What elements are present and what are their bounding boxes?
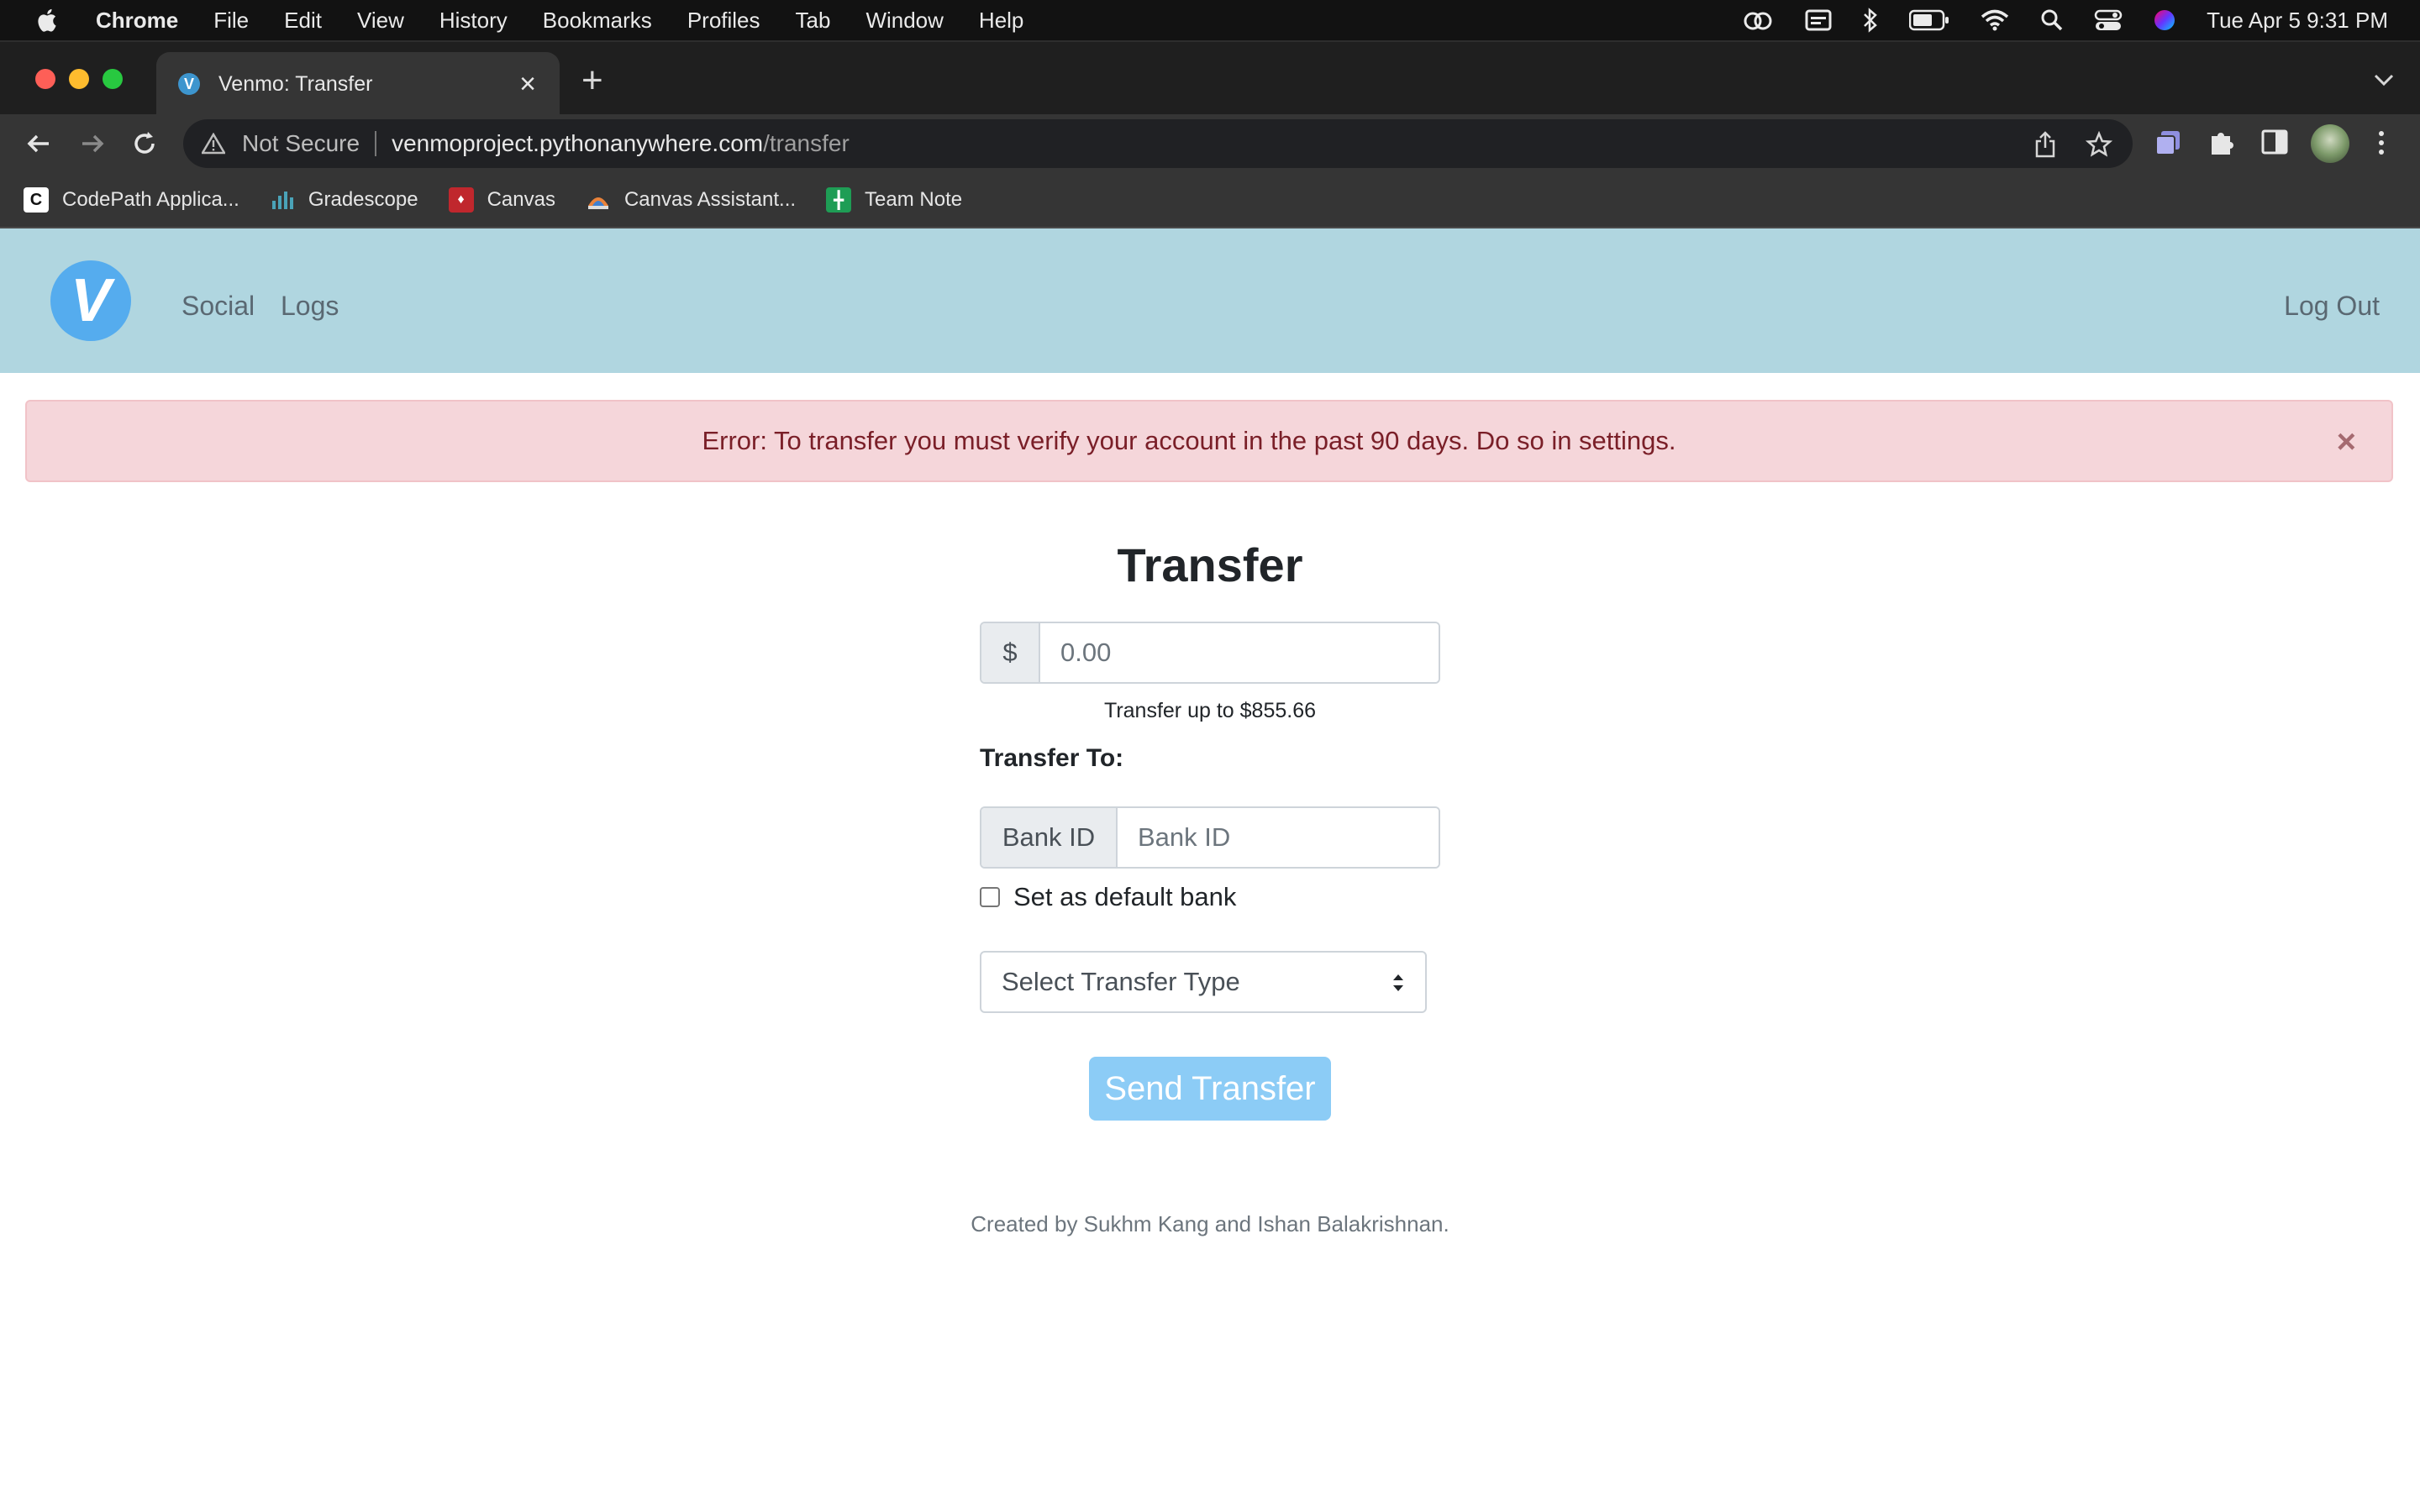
bank-id-input[interactable]: Bank ID	[1118, 808, 1439, 867]
window-close-button[interactable]	[35, 69, 55, 89]
canvas-assistant-icon	[587, 197, 608, 209]
nav-link-social[interactable]: Social	[182, 291, 255, 322]
forward-arrow-icon[interactable]	[77, 129, 108, 159]
new-tab-button[interactable]: +	[581, 62, 603, 99]
nav-link-logout[interactable]: Log Out	[2284, 291, 2380, 322]
extension-stack-icon[interactable]	[2153, 128, 2183, 158]
menu-bookmarks[interactable]: Bookmarks	[543, 8, 652, 34]
calendar-icon[interactable]	[1805, 8, 1832, 32]
nav-link-logs[interactable]: Logs	[281, 291, 339, 322]
url-path: /transfer	[763, 130, 850, 156]
bookmark-codepath[interactable]: C CodePath Applica...	[24, 187, 239, 213]
side-panel-icon[interactable]	[2260, 128, 2289, 156]
canvas-shield-icon: ♦	[448, 187, 474, 213]
currency-addon: $	[981, 623, 1040, 682]
browser-tab-strip: V Venmo: Transfer × +	[0, 40, 2420, 116]
reload-icon[interactable]	[129, 129, 160, 159]
default-bank-label[interactable]: Set as default bank	[1013, 882, 1236, 912]
bookmark-label: CodePath Applica...	[62, 188, 239, 211]
menu-edit[interactable]: Edit	[284, 8, 322, 34]
footer-credits: Created by Sukhm Kang and Ishan Balakris…	[971, 1211, 1449, 1236]
wifi-icon[interactable]	[1980, 8, 2010, 32]
error-alert: Error: To transfer you must verify your …	[25, 400, 2393, 482]
menu-help[interactable]: Help	[979, 8, 1023, 34]
tab-venmo-transfer[interactable]: V Venmo: Transfer ×	[156, 52, 560, 116]
venmo-logo[interactable]: V	[50, 260, 131, 341]
spotlight-icon[interactable]	[2040, 8, 2064, 32]
bank-id-addon: Bank ID	[981, 808, 1118, 867]
amount-input-group: $ 0.00	[980, 622, 1440, 684]
transfer-to-label: Transfer To:	[980, 744, 1124, 772]
apple-menu-icon[interactable]	[34, 6, 62, 34]
battery-icon[interactable]	[1909, 9, 1949, 31]
extensions-puzzle-icon[interactable]	[2207, 128, 2237, 158]
menu-app-name[interactable]: Chrome	[96, 8, 178, 34]
send-transfer-button[interactable]: Send Transfer	[1089, 1057, 1331, 1121]
macos-menu-bar: Chrome File Edit View History Bookmarks …	[0, 0, 2420, 40]
bluetooth-icon[interactable]	[1862, 8, 1879, 33]
bank-id-input-group: Bank ID Bank ID	[980, 806, 1440, 869]
not-secure-label[interactable]: Not Secure	[242, 130, 360, 157]
profile-avatar[interactable]	[2311, 124, 2349, 163]
bookmark-canvas-assistant[interactable]: Canvas Assistant...	[586, 187, 796, 213]
amount-input[interactable]: 0.00	[1040, 623, 1439, 682]
alert-close-icon[interactable]: ×	[2337, 425, 2356, 459]
siri-icon[interactable]	[2153, 8, 2176, 32]
menubar-clock[interactable]: Tue Apr 5 9:31 PM	[2207, 8, 2388, 34]
gradescope-bars-icon	[271, 192, 293, 209]
codepath-icon: C	[24, 187, 49, 213]
bookmark-gradescope[interactable]: Gradescope	[270, 187, 418, 213]
menu-tab[interactable]: Tab	[796, 8, 831, 34]
select-updown-arrows-icon	[1393, 974, 1403, 991]
bookmark-canvas[interactable]: ♦ Canvas	[448, 187, 555, 213]
chrome-menu-kebab-icon[interactable]	[2373, 128, 2390, 158]
bookmark-label: Canvas Assistant...	[623, 188, 797, 211]
bookmark-team-note[interactable]: ╋ Team Note	[826, 187, 962, 213]
bookmarks-bar: C CodePath Applica... Gradescope ♦ Canva…	[0, 173, 2420, 228]
share-icon[interactable]	[2033, 131, 2057, 158]
bookmark-label: Team Note	[865, 188, 963, 211]
bookmark-label: Gradescope	[308, 188, 418, 211]
error-alert-message: Error: To transfer you must verify your …	[702, 426, 1676, 455]
menu-history[interactable]: History	[439, 8, 508, 34]
not-secure-warning-icon[interactable]	[202, 133, 225, 155]
transfer-type-selected: Select Transfer Type	[1002, 967, 1240, 996]
tab-search-chevron-icon[interactable]	[2373, 72, 2395, 87]
tab-close-icon[interactable]: ×	[519, 70, 536, 98]
window-minimize-button[interactable]	[69, 69, 89, 89]
bookmark-star-icon[interactable]	[2086, 131, 2112, 158]
menu-window[interactable]: Window	[865, 8, 943, 34]
url-host: venmoproject.pythonanywhere.com	[392, 130, 764, 156]
site-navbar: V Social Logs Log Out	[0, 228, 2420, 373]
creative-cloud-icon[interactable]	[1741, 8, 1775, 33]
back-arrow-icon[interactable]	[24, 129, 54, 159]
transfer-type-select[interactable]: Select Transfer Type	[980, 951, 1427, 1013]
tab-title: Venmo: Transfer	[218, 71, 373, 96]
menubar-status-area: Tue Apr 5 9:31 PM	[1741, 0, 2388, 40]
browser-toolbar: Not Secure venmoproject.pythonanywhere.c…	[0, 114, 2420, 173]
menu-profiles[interactable]: Profiles	[687, 8, 760, 34]
transfer-limit-hint: Transfer up to $855.66	[1103, 699, 1316, 722]
venmo-favicon-icon: V	[178, 73, 200, 95]
address-bar[interactable]: Not Secure venmoproject.pythonanywhere.c…	[183, 119, 2133, 168]
team-note-sheet-icon: ╋	[826, 187, 852, 213]
page-title: Transfer	[1117, 538, 1303, 591]
menu-file[interactable]: File	[213, 8, 249, 34]
address-bar-actions	[2033, 131, 2112, 158]
default-bank-row: Set as default bank	[980, 882, 1236, 912]
window-fullscreen-button[interactable]	[103, 69, 123, 89]
bookmark-label: Canvas	[487, 188, 555, 211]
control-center-icon[interactable]	[2094, 8, 2123, 32]
default-bank-checkbox[interactable]	[980, 887, 1000, 907]
address-separator	[375, 131, 377, 156]
menu-view[interactable]: View	[357, 8, 404, 34]
